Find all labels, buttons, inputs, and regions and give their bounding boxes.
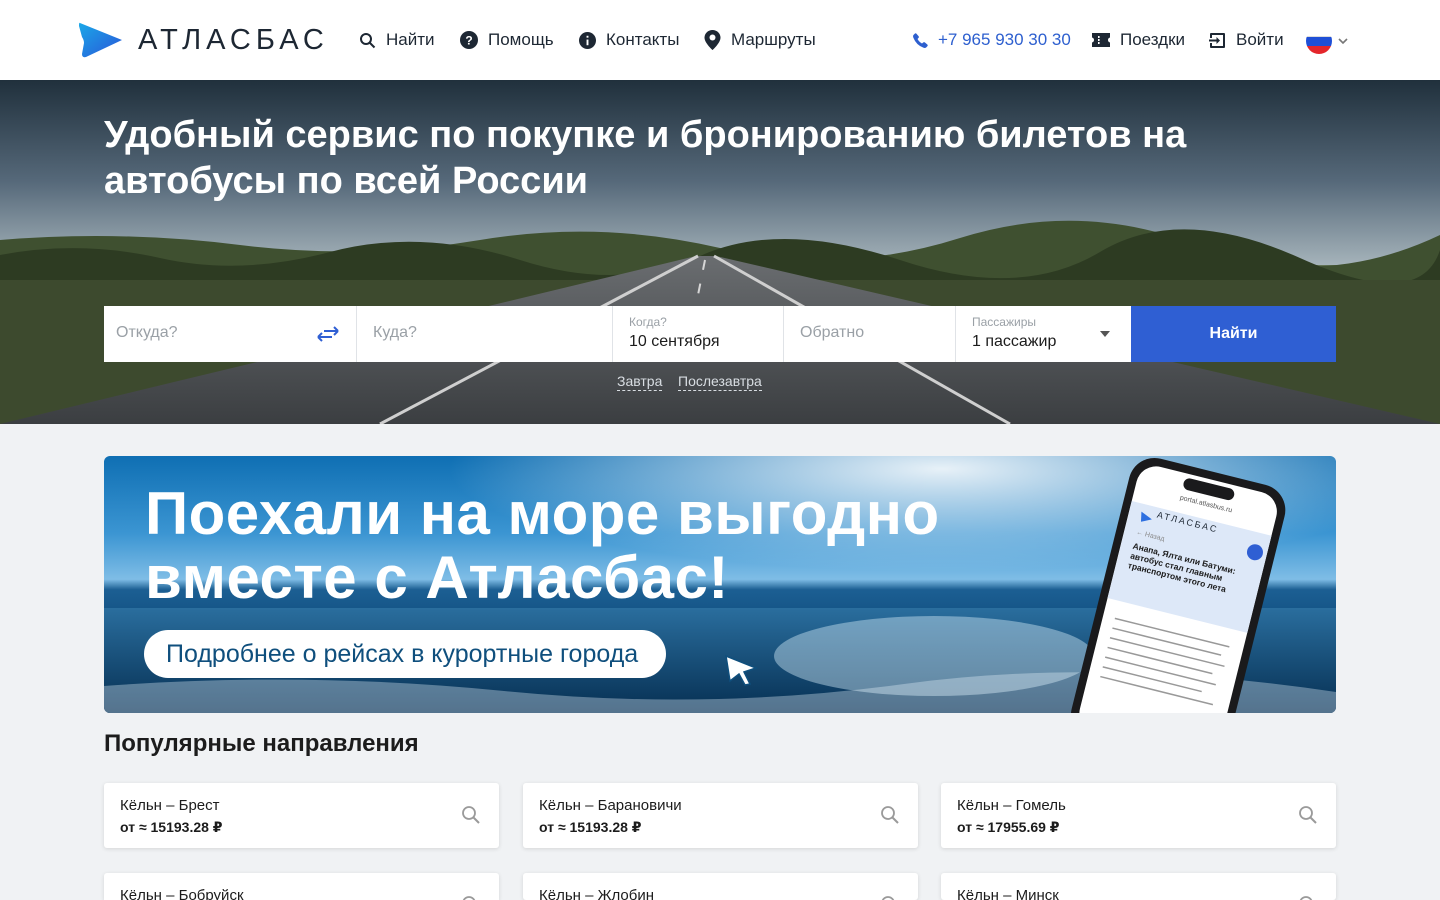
date-value: 10 сентября <box>629 333 720 350</box>
cursor-icon <box>725 654 759 686</box>
chevron-down-icon <box>1338 38 1348 45</box>
route-name: Кёльн – Барановичи <box>539 797 682 814</box>
nav-routes[interactable]: Маршруты <box>704 28 816 52</box>
route-price: от ≈ 15193.28 ₽ <box>120 819 223 835</box>
hero-title: Удобный сервис по покупке и бронированию… <box>104 114 1187 202</box>
phone-screen-text: portal.atlasbus.ru АТЛАСБАС ← Назад Анап… <box>1020 456 1334 713</box>
route-name: Кёльн – Брест <box>120 797 220 814</box>
phone-logo-text: АТЛАСБАС <box>1156 509 1220 535</box>
phone-url: portal.atlasbus.ru <box>1179 494 1233 515</box>
promo-banner[interactable]: Поехали на море выгодно вместе с Атласба… <box>104 456 1336 713</box>
swap-icon[interactable] <box>316 325 340 343</box>
route-card[interactable]: Кёльн – Жлобин <box>523 873 918 900</box>
passengers-label: Пассажиры <box>972 315 1037 329</box>
route-name: Кёльн – Бобруйск <box>120 887 244 900</box>
language-selector[interactable] <box>1306 28 1350 54</box>
search-icon <box>881 896 895 900</box>
phone-link[interactable]: +7 965 930 30 30 <box>913 28 1071 52</box>
nav-trips-label: Поездки <box>1120 30 1186 49</box>
route-card[interactable]: Кёльн – Гомель от ≈ 17955.69 ₽ <box>941 783 1336 848</box>
info-icon <box>579 31 596 49</box>
passengers-value: 1 пассажир <box>972 333 1057 350</box>
route-card[interactable]: Кёльн – Бобруйск <box>104 873 499 900</box>
promo-button[interactable]: Подробнее о рейсах в курортные города <box>144 630 667 678</box>
nav-login-label: Войти <box>1236 30 1284 49</box>
quick-date-day-after[interactable]: Послезавтра <box>678 372 762 391</box>
search-icon <box>1299 806 1317 824</box>
return-placeholder: Обратно <box>800 324 865 341</box>
nav-search-label: Найти <box>386 30 435 49</box>
logo-text: АТЛАСБАС <box>138 23 329 56</box>
nav-contacts[interactable]: Контакты <box>579 28 679 52</box>
return-date-field[interactable]: Обратно <box>784 306 956 362</box>
to-field[interactable]: Куда? <box>357 306 613 362</box>
ticket-icon <box>1092 33 1110 47</box>
login-icon <box>1209 32 1225 48</box>
promo-title-line2: вместе с Атласбас! <box>145 544 729 611</box>
promo-title: Поехали на море выгодно вместе с Атласба… <box>145 482 940 610</box>
from-field[interactable]: Откуда? <box>104 306 357 362</box>
quick-date-tomorrow[interactable]: Завтра <box>617 372 663 391</box>
nav-search[interactable]: Найти <box>359 28 435 52</box>
popular-title: Популярные направления <box>104 730 419 757</box>
map-pin-icon <box>704 30 721 50</box>
dropdown-caret-icon <box>1100 331 1110 337</box>
search-form: Откуда? Куда? Когда? 10 сентября Обратно… <box>104 306 1336 362</box>
logo[interactable]: АТЛАСБАС <box>78 20 329 60</box>
promo-title-line1: Поехали на море выгодно <box>145 480 940 547</box>
help-icon: ? <box>460 31 478 49</box>
nav-trips[interactable]: Поездки <box>1092 28 1185 52</box>
phone-icon <box>913 32 928 48</box>
route-price: от ≈ 15193.28 ₽ <box>539 819 642 835</box>
nav-contacts-label: Контакты <box>606 30 680 49</box>
logo-icon <box>79 22 122 58</box>
search-icon <box>881 806 899 824</box>
russia-flag-icon <box>1306 28 1332 54</box>
passengers-select[interactable]: Пассажиры 1 пассажир <box>956 306 1131 362</box>
route-name: Кёльн – Минск <box>957 887 1059 900</box>
phone-number: +7 965 930 30 30 <box>938 30 1071 49</box>
nav-help[interactable]: ? Помощь <box>460 28 554 52</box>
from-placeholder: Откуда? <box>116 324 178 341</box>
site-header: АТЛАСБАС Найти ? Помощь Контакты Маршрут… <box>0 0 1440 80</box>
search-icon <box>462 806 480 824</box>
svg-text:?: ? <box>465 34 472 48</box>
route-card[interactable]: Кёльн – Барановичи от ≈ 15193.28 ₽ <box>523 783 918 848</box>
nav-login[interactable]: Войти <box>1209 28 1284 52</box>
phone-back-link: ← Назад <box>1135 529 1166 543</box>
nav-routes-label: Маршруты <box>731 30 816 49</box>
route-card[interactable]: Кёльн – Минск <box>941 873 1336 900</box>
hero-section: Удобный сервис по покупке и бронированию… <box>0 80 1440 424</box>
search-icon <box>1299 896 1313 900</box>
route-price: от ≈ 17955.69 ₽ <box>957 819 1060 835</box>
route-name: Кёльн – Гомель <box>957 797 1066 814</box>
to-placeholder: Куда? <box>373 324 417 341</box>
route-name: Кёльн – Жлобин <box>539 887 654 900</box>
search-submit-button[interactable]: Найти <box>1131 306 1336 362</box>
date-field[interactable]: Когда? 10 сентября <box>613 306 784 362</box>
route-card[interactable]: Кёльн – Брест от ≈ 15193.28 ₽ <box>104 783 499 848</box>
phone-heading: Анапа, Ялта или Батуми: автобус стал гла… <box>1126 540 1237 595</box>
phone-mockup: portal.atlasbus.ru АТЛАСБАС ← Назад Анап… <box>1044 456 1304 713</box>
date-label: Когда? <box>629 315 667 329</box>
nav-help-label: Помощь <box>488 30 554 49</box>
search-icon <box>462 896 476 900</box>
search-icon <box>360 32 376 48</box>
